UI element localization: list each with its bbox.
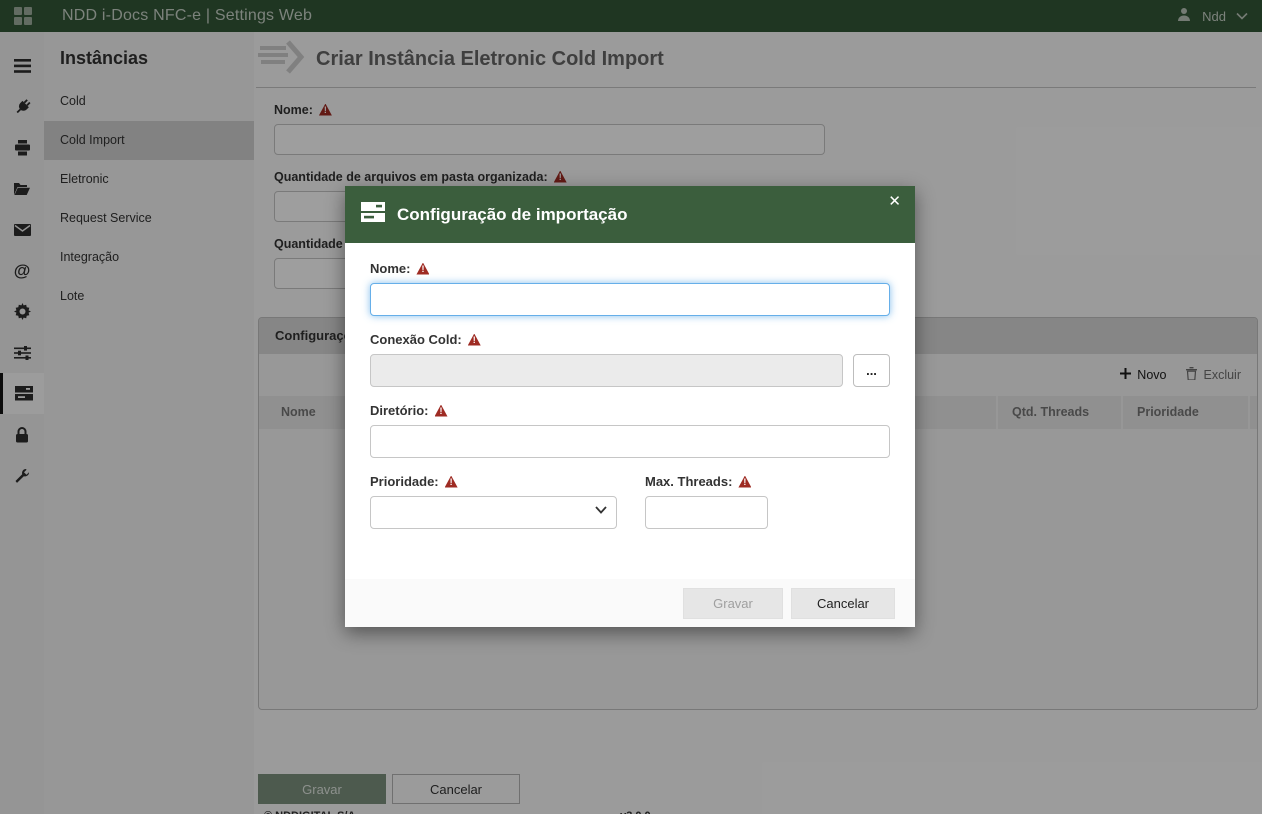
app-window: NDD i-Docs NFC-e | Settings Web Ndd	[0, 0, 1262, 814]
modal-footer: Gravar Cancelar	[345, 579, 915, 627]
modal-threads-label: Max. Threads:	[645, 474, 768, 489]
modal-prioridade-select[interactable]	[370, 496, 617, 529]
required-warning-icon	[468, 334, 481, 346]
required-warning-icon	[435, 405, 448, 417]
modal-field-nome: Nome:	[370, 261, 890, 316]
modal-field-conexao: Conexão Cold: ...	[370, 332, 890, 387]
import-config-modal: Configuração de importação ✕ Nome: Conex…	[345, 186, 915, 627]
required-warning-icon	[738, 476, 751, 488]
modal-title: Configuração de importação	[397, 205, 627, 225]
modal-nome-input[interactable]	[370, 283, 890, 316]
browse-conexao-button[interactable]: ...	[853, 354, 890, 387]
modal-field-threads: Max. Threads:	[645, 474, 768, 529]
modal-diretorio-label-text: Diretório:	[370, 403, 429, 418]
modal-threads-input[interactable]	[645, 496, 768, 529]
modal-prioridade-label: Prioridade:	[370, 474, 617, 489]
modal-field-prioridade: Prioridade:	[370, 474, 617, 529]
modal-body: Nome: Conexão Cold: ... Diretório:	[345, 243, 915, 579]
modal-nome-label-text: Nome:	[370, 261, 410, 276]
required-warning-icon	[416, 263, 429, 275]
modal-cancelar-button[interactable]: Cancelar	[791, 588, 895, 619]
modal-threads-label-text: Max. Threads:	[645, 474, 732, 489]
modal-diretorio-input[interactable]	[370, 425, 890, 458]
close-icon[interactable]: ✕	[888, 194, 901, 209]
modal-nome-label: Nome:	[370, 261, 890, 276]
modal-conexao-label-text: Conexão Cold:	[370, 332, 462, 347]
modal-prioridade-label-text: Prioridade:	[370, 474, 439, 489]
modal-conexao-input	[370, 354, 843, 387]
modal-diretorio-label: Diretório:	[370, 403, 890, 418]
required-warning-icon	[445, 476, 458, 488]
modal-field-diretorio: Diretório:	[370, 403, 890, 458]
modal-gravar-button[interactable]: Gravar	[683, 588, 783, 619]
modal-header: Configuração de importação ✕	[345, 186, 915, 243]
modal-conexao-label: Conexão Cold:	[370, 332, 890, 347]
import-config-stack-icon	[361, 202, 385, 227]
